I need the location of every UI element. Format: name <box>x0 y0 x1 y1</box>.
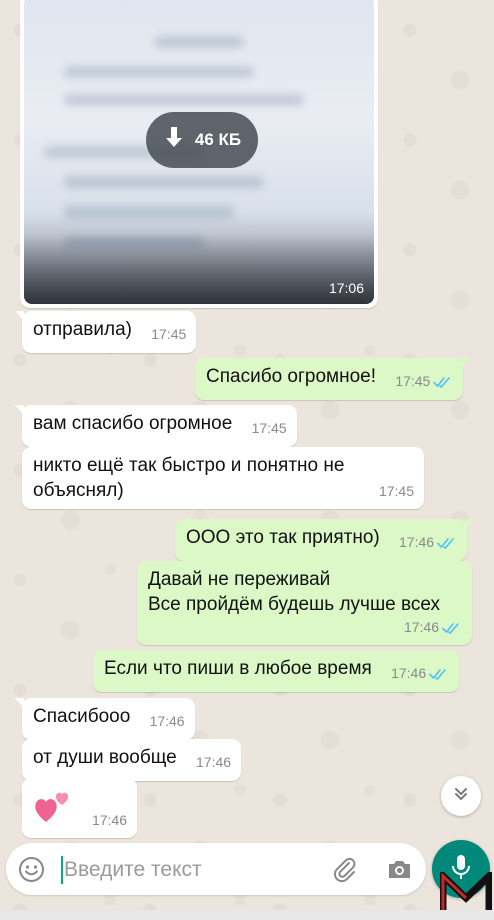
message-text-line: никто ещё так быстро и понятно не <box>33 455 345 476</box>
message-bubble-outgoing[interactable]: ООО это так приятно) 17:46 <box>175 519 475 561</box>
two-hearts-emoji <box>32 786 72 826</box>
message-bubble-incoming[interactable]: никто ещё так быстро и понятно не объясн… <box>22 447 424 509</box>
message-time: 17:46 <box>391 665 427 681</box>
message-text: отправила) <box>33 319 132 340</box>
message-bubble-outgoing[interactable]: Давай не переживай Все пройдём будешь лу… <box>137 561 472 645</box>
message-text: ООО это так приятно) <box>186 527 380 548</box>
system-navigation-strip <box>0 910 494 920</box>
message-time: 17:06 <box>328 280 364 296</box>
read-check-icon <box>429 668 449 680</box>
message-time: 17:45 <box>251 420 287 436</box>
message-text: вам спасибо огромное <box>33 413 233 434</box>
message-input[interactable] <box>64 855 324 885</box>
scroll-to-bottom-button[interactable] <box>441 776 481 816</box>
camera-icon[interactable] <box>386 856 413 882</box>
message-text: Спасибо огромное! <box>206 366 377 387</box>
read-check-icon <box>442 622 462 634</box>
message-bubble-outgoing[interactable]: Спасибо огромное! 17:45 <box>195 358 471 400</box>
message-bubble-incoming[interactable]: вам спасибо огромное 17:45 <box>15 405 297 447</box>
download-icon <box>163 126 185 155</box>
paperclip-icon[interactable] <box>331 855 359 883</box>
text-cursor <box>61 856 63 884</box>
read-check-icon <box>437 537 457 549</box>
message-bubble-incoming[interactable]: 17:46 <box>22 778 137 838</box>
message-time: 17:45 <box>378 483 414 499</box>
download-button[interactable]: 46 КБ <box>146 112 258 168</box>
message-time: 17:46 <box>91 812 127 828</box>
message-time: 17:46 <box>149 713 185 729</box>
message-time: 17:45 <box>151 326 187 342</box>
message-text-line: Давай не переживай <box>148 569 331 590</box>
message-time: 17:45 <box>395 373 431 389</box>
chevron-double-down-icon <box>451 784 471 809</box>
chat-area[interactable]: 46 КБ 17:06 отправила) 17:45 Спасибо огр… <box>0 0 494 920</box>
message-bubble-incoming[interactable]: от души вообще 17:46 <box>22 739 242 781</box>
emoji-icon[interactable] <box>18 856 45 883</box>
message-time: 17:46 <box>196 754 232 770</box>
message-time: 17:46 <box>403 619 439 635</box>
message-bubble-outgoing[interactable]: Если что пиши в любое время 17:46 <box>93 650 460 692</box>
message-text-line: объяснял) <box>33 480 124 501</box>
message-bubble-incoming[interactable]: Спасибооо 17:46 <box>15 698 195 740</box>
image-message[interactable]: 46 КБ 17:06 <box>20 0 378 308</box>
download-size: 46 КБ <box>194 130 242 149</box>
message-time: 17:46 <box>399 534 435 550</box>
message-text: от души вообще <box>33 747 177 768</box>
image-preview[interactable]: 46 КБ 17:06 <box>24 0 374 304</box>
message-text: Спасибооо <box>33 706 131 727</box>
image-bottom-shade <box>24 234 374 304</box>
message-bubble-incoming[interactable]: отправила) 17:45 <box>14 311 197 353</box>
message-text-line: Все пройдём будешь лучше всех <box>148 594 441 615</box>
read-check-icon <box>433 376 453 388</box>
message-composer[interactable] <box>6 843 426 895</box>
message-text: Если что пиши в любое время <box>104 658 372 679</box>
